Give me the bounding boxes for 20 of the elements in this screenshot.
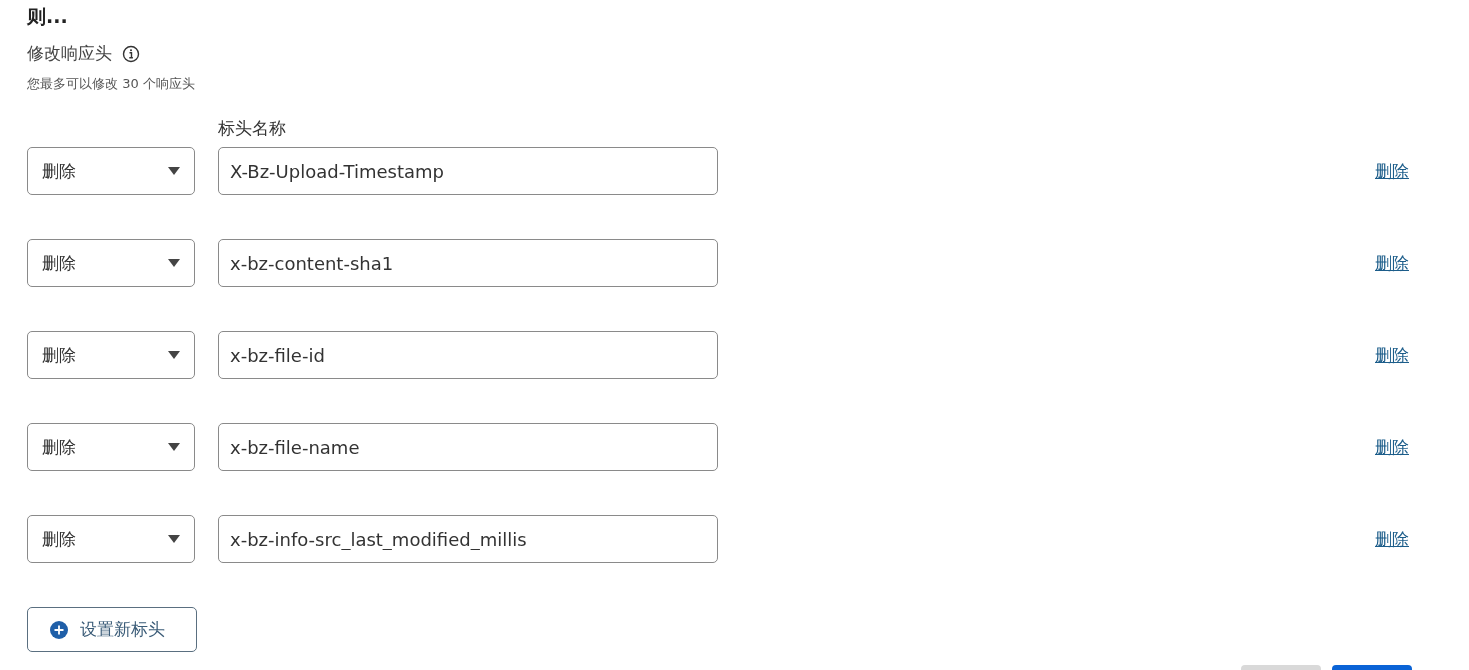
add-header-button[interactable]: 设置新标头 bbox=[27, 607, 197, 652]
action-select[interactable]: 删除 bbox=[27, 239, 195, 287]
remove-link[interactable]: 删除 bbox=[1375, 251, 1409, 275]
section-heading: 则... bbox=[27, 4, 69, 29]
remove-link[interactable]: 删除 bbox=[1375, 159, 1409, 183]
action-select[interactable]: 删除 bbox=[27, 423, 195, 471]
section-title: 修改响应头 bbox=[27, 42, 112, 65]
remove-link[interactable]: 删除 bbox=[1375, 343, 1409, 367]
header-name-field[interactable]: X-Bz-Upload-Timestamp bbox=[218, 147, 718, 195]
action-select[interactable]: 删除 bbox=[27, 515, 195, 563]
header-name-field[interactable]: x-bz-info-src_last_modified_millis bbox=[218, 515, 718, 563]
action-select[interactable]: 删除 bbox=[27, 147, 195, 195]
limit-note: 您最多可以修改 30 个响应头 bbox=[27, 75, 196, 93]
header-name-field[interactable]: x-bz-file-id bbox=[218, 331, 718, 379]
column-label: 标头名称 bbox=[218, 117, 287, 140]
header-name-field[interactable]: x-bz-file-name bbox=[218, 423, 718, 471]
header-name-field[interactable]: x-bz-content-sha1 bbox=[218, 239, 718, 287]
remove-link[interactable]: 删除 bbox=[1375, 435, 1409, 459]
remove-link[interactable]: 删除 bbox=[1375, 527, 1409, 551]
action-select[interactable]: 删除 bbox=[27, 331, 195, 379]
